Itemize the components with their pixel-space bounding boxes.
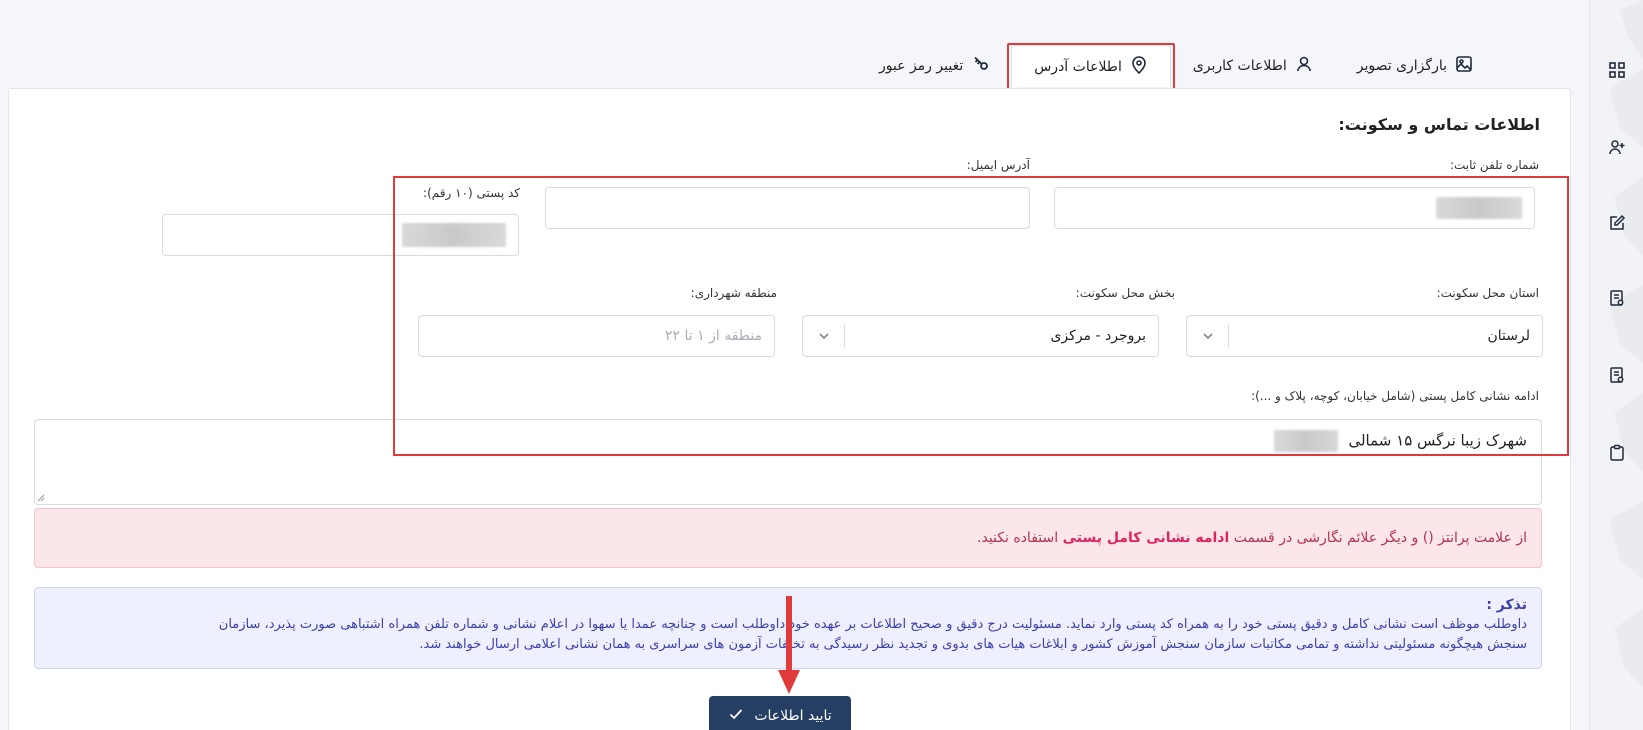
redacted-value	[1273, 430, 1338, 452]
postal-code-field[interactable]	[162, 214, 519, 256]
confirm-info-button[interactable]: تایید اطلاعات	[709, 696, 851, 730]
tab-user-info[interactable]: اطلاعات کاربری	[1171, 45, 1335, 87]
dashboard-grid-icon[interactable]	[1607, 60, 1627, 80]
user-icon	[1295, 55, 1313, 77]
email-field[interactable]	[545, 187, 1030, 229]
municipality-input[interactable]: منطقه از ۱ تا ۲۲	[418, 315, 775, 357]
address-label: ادامه نشانی کامل پستی (شامل خیابان، کوچه…	[1251, 389, 1539, 403]
redacted-value	[1436, 197, 1522, 219]
tab-label: اطلاعات کاربری	[1192, 58, 1287, 74]
alert-text-prefix: از علامت پرانتز () و دیگر علائم نگارشی د…	[1233, 530, 1527, 546]
tab-address-info[interactable]: اطلاعات آدرس	[1007, 43, 1175, 94]
document-check-icon[interactable]	[1607, 365, 1627, 385]
landline-label: شماره تلفن ثابت:	[1449, 158, 1539, 172]
postal-code-label: کد پستی (۱۰ رقم):	[423, 186, 520, 200]
redacted-value	[402, 223, 506, 247]
municipality-label: منطقه شهرداری:	[690, 286, 777, 300]
profile-tabs: بارگزاری تصویر اطلاعات کاربری اطلاعات آد…	[857, 43, 1495, 94]
address-textarea[interactable]: شهرک زیبا نرگس ۱۵ شمالی	[34, 419, 1542, 505]
notice-alert: تذکر : داوطلب موظف است نشانی کامل و دقیق…	[34, 587, 1542, 669]
municipality-placeholder: منطقه از ۱ تا ۲۲	[665, 328, 762, 344]
alert-text-bold: ادامه نشانی کامل پستی	[1062, 530, 1230, 546]
tab-label: تغییر رمز عبور	[878, 58, 964, 74]
tab-change-password[interactable]: تغییر رمز عبور	[857, 45, 1011, 87]
tab-label: اطلاعات آدرس	[1034, 58, 1122, 75]
punctuation-warning-alert: از علامت پرانتز () و دیگر علائم نگارشی د…	[34, 508, 1542, 568]
landline-field[interactable]	[1054, 187, 1535, 229]
chevron-down-icon	[1187, 324, 1229, 348]
page-root: بارگزاری تصویر اطلاعات کاربری اطلاعات آد…	[0, 0, 1643, 730]
resize-grip-icon[interactable]	[37, 494, 45, 502]
tab-label: بارگزاری تصویر	[1356, 58, 1447, 74]
email-label: آدرس ایمیل:	[966, 158, 1030, 172]
address-value: شهرک زیبا نرگس ۱۵ شمالی	[1348, 431, 1527, 450]
chevron-down-icon	[803, 324, 845, 348]
checkmark-icon	[728, 706, 744, 726]
document-check-icon[interactable]	[1607, 288, 1627, 308]
sidebar-decoration	[1609, 0, 1643, 687]
clipboard-icon[interactable]	[1607, 443, 1627, 463]
alert-text-suffix: استفاده نکنید.	[977, 530, 1059, 546]
icon-sidebar	[1589, 0, 1643, 730]
key-icon	[971, 55, 989, 77]
district-label: بخش محل سکونت:	[1075, 286, 1175, 300]
section-title: اطلاعات تماس و سکونت:	[1338, 115, 1540, 134]
notice-line-1: داوطلب موظف است نشانی کامل و دقیق پستی خ…	[218, 617, 1527, 632]
province-label: استان محل سکونت:	[1436, 286, 1539, 300]
edit-icon[interactable]	[1607, 213, 1627, 233]
notice-line-2: سنجش هیچگونه مسئولیتی نداشته و تمامی مکا…	[419, 637, 1527, 652]
notice-title: تذکر :	[1486, 597, 1527, 613]
tab-upload-image[interactable]: بارگزاری تصویر	[1335, 45, 1495, 87]
confirm-info-label: تایید اطلاعات	[754, 708, 832, 724]
province-value: لرستان	[1487, 328, 1531, 344]
province-select[interactable]: لرستان	[1186, 315, 1543, 357]
district-value: بروجرد - مرکزی	[1050, 328, 1146, 344]
location-pin-icon	[1130, 55, 1148, 78]
add-user-icon[interactable]	[1607, 137, 1627, 157]
district-select[interactable]: بروجرد - مرکزی	[802, 315, 1159, 357]
image-icon	[1455, 55, 1473, 77]
